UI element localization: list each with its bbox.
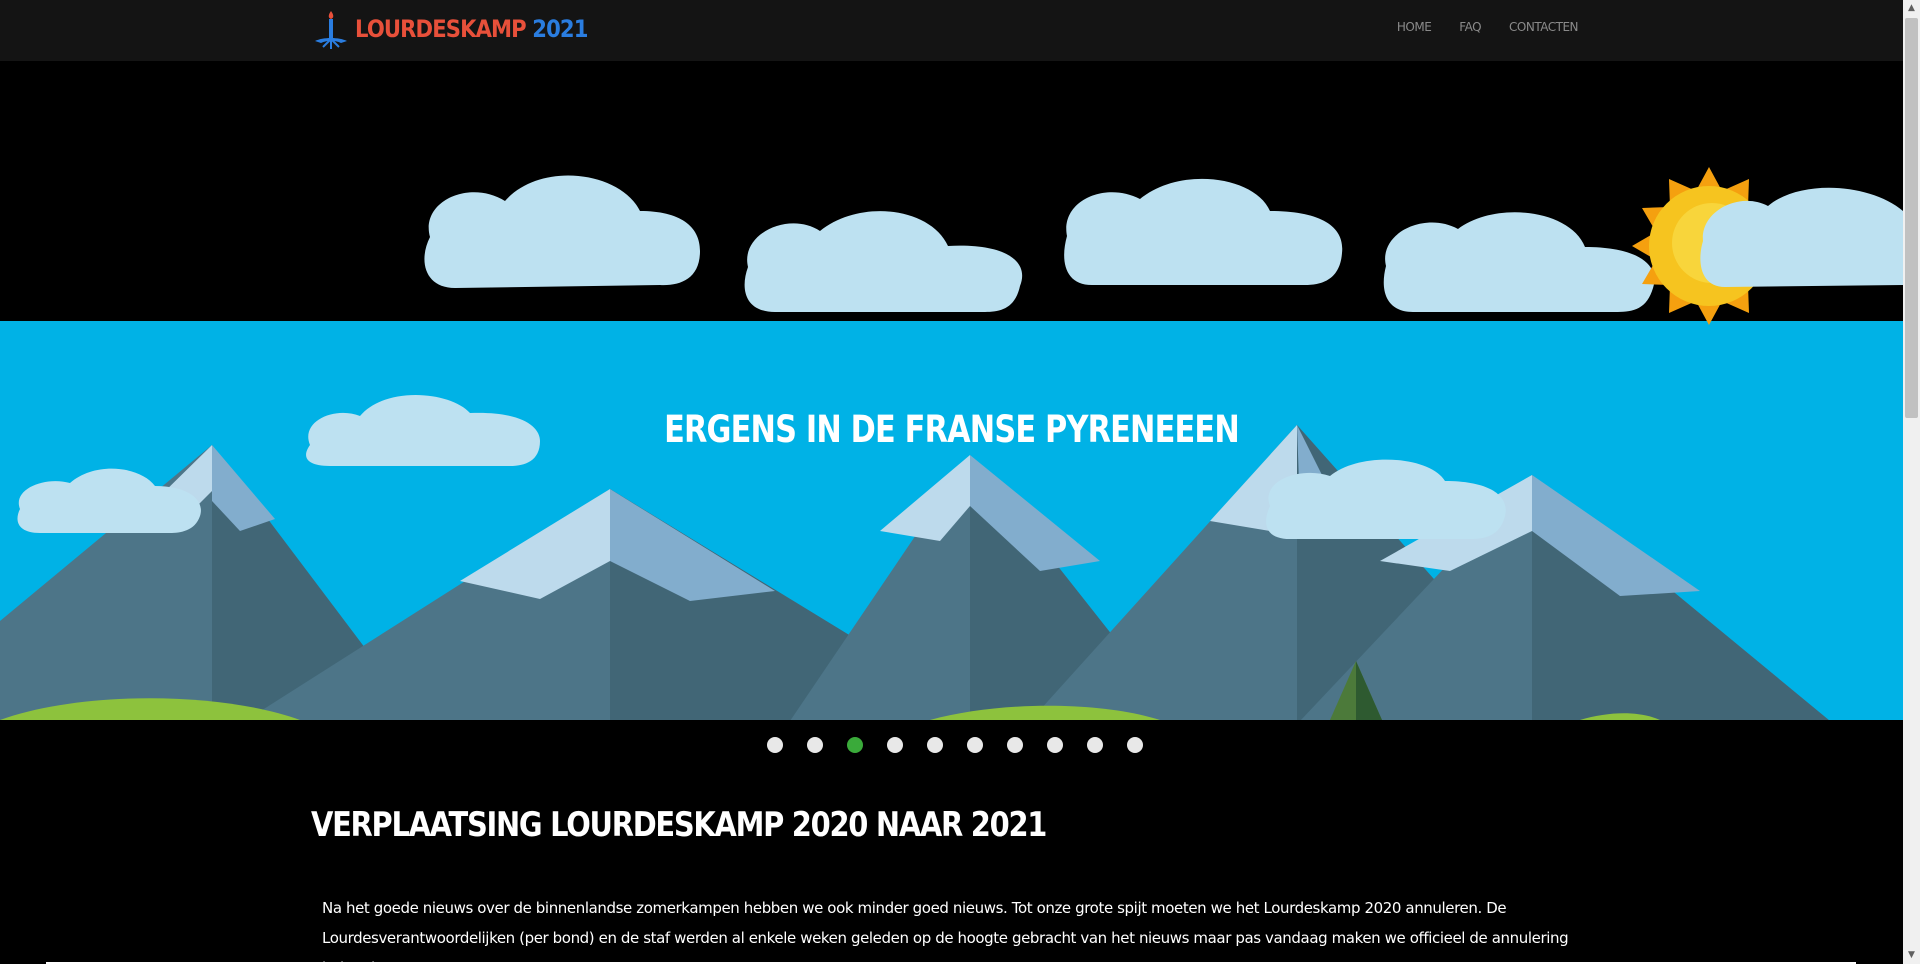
candle-icon xyxy=(315,11,347,49)
logo-text-main: LOURDESKAMP xyxy=(355,15,527,43)
slider-dot[interactable] xyxy=(926,737,943,753)
logo-text: LOURDESKAMP 2021 xyxy=(355,15,588,43)
slider-dot[interactable] xyxy=(886,737,903,753)
nav-home[interactable]: HOME xyxy=(1397,20,1432,34)
slider-dot[interactable] xyxy=(1046,737,1063,753)
slide-caption: ERGENS IN DE FRANSE PYRENEEEN xyxy=(664,408,1240,451)
hero-slider[interactable]: ERGENS IN DE FRANSE PYRENEEEN xyxy=(0,61,1903,720)
slider-dot[interactable] xyxy=(966,737,983,753)
nav-faq[interactable]: FAQ xyxy=(1459,20,1481,34)
slider-dot[interactable] xyxy=(766,737,783,753)
slider-pagination xyxy=(0,737,1903,753)
vertical-scrollbar[interactable]: ▲ ▼ xyxy=(1903,0,1920,964)
article-title: VERPLAATSING LOURDESKAMP 2020 NAAR 2021 xyxy=(311,805,1047,845)
chevron-down-icon[interactable]: ▼ xyxy=(1903,947,1920,964)
chevron-up-icon[interactable]: ▲ xyxy=(1903,0,1920,17)
logo-text-year: 2021 xyxy=(532,15,588,43)
mountain-landscape-illustration xyxy=(0,167,1903,720)
main-nav: HOME FAQ CONTACTEN xyxy=(1397,20,1579,34)
slider-dot[interactable] xyxy=(1126,737,1143,753)
scrollbar-thumb[interactable] xyxy=(1905,18,1918,418)
slider-dot[interactable] xyxy=(806,737,823,753)
page: LOURDESKAMP 2021 HOME FAQ CONTACTEN ERGE… xyxy=(0,0,1903,964)
slider-dot[interactable] xyxy=(1086,737,1103,753)
nav-contacten[interactable]: CONTACTEN xyxy=(1509,20,1578,34)
slider-dot[interactable] xyxy=(1006,737,1023,753)
site-logo[interactable]: LOURDESKAMP 2021 xyxy=(311,0,619,58)
top-navbar: LOURDESKAMP 2021 HOME FAQ CONTACTEN xyxy=(0,0,1903,62)
slider-dot-active[interactable] xyxy=(846,737,863,753)
article-body: Na het goede nieuws over de binnenlandse… xyxy=(322,899,1569,964)
